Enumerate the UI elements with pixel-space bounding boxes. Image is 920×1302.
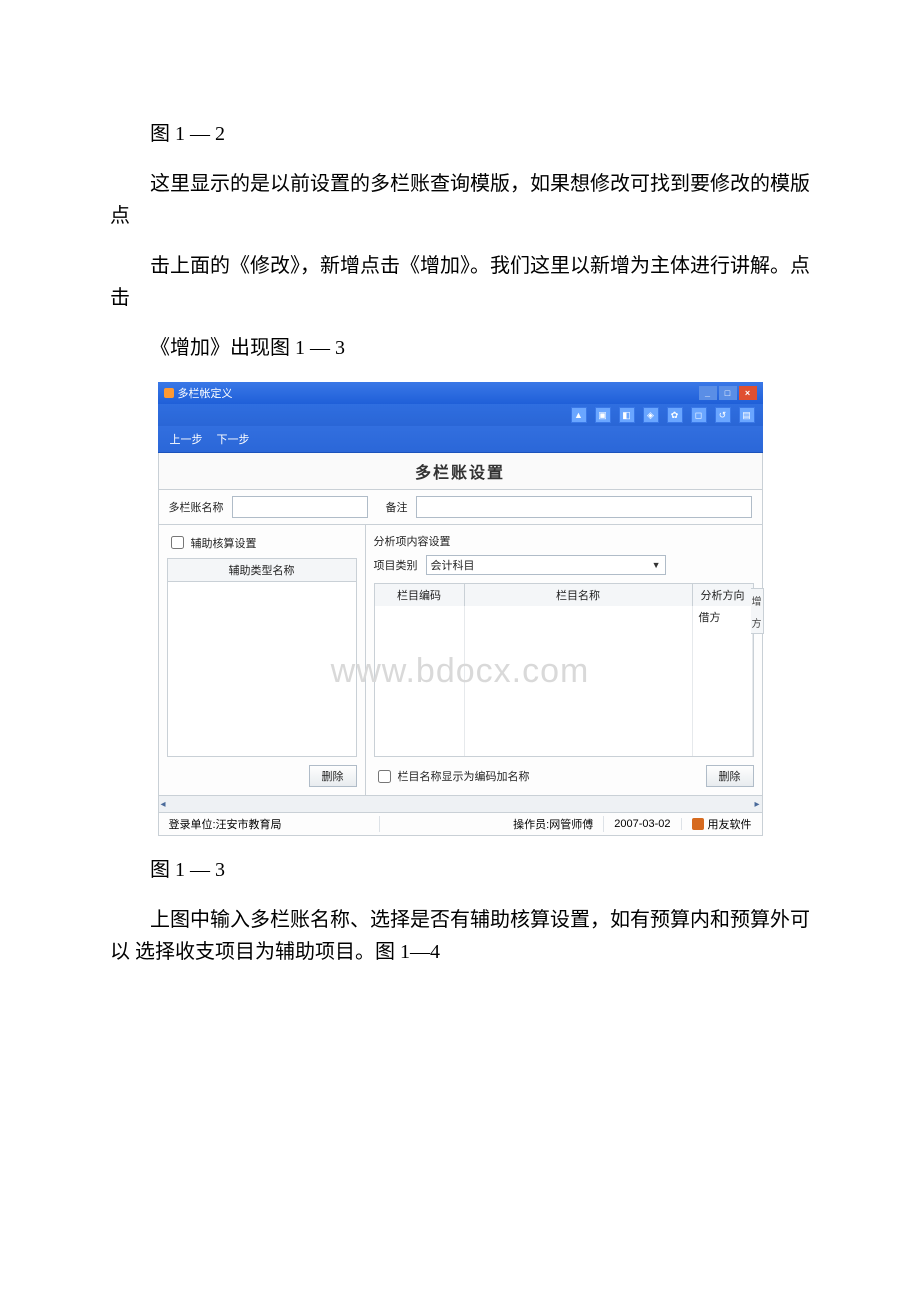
main-body: 辅助核算设置 辅助类型名称 删除 分析项内容设置 项目类别 会计科目 ▼: [158, 525, 763, 796]
aux-checkbox[interactable]: [171, 536, 184, 549]
aux-list-header: 辅助类型名称: [167, 558, 357, 582]
toolbar-icon[interactable]: ▤: [739, 407, 755, 423]
scroll-right-icon[interactable]: ▸: [754, 799, 759, 810]
minimize-button[interactable]: _: [699, 386, 717, 400]
analysis-section-title: 分析项内容设置: [374, 533, 754, 549]
status-login-unit: 登录单位:汪安市教育局: [159, 816, 380, 832]
column-delete-button[interactable]: 删除: [706, 765, 754, 787]
embedded-screenshot: 多栏帐定义 _ □ × ▲ ▣ ◧ ◈ ✿ ◻ ↺ ▤ 上一步 下一步 多栏账设…: [158, 382, 763, 836]
project-type-dropdown[interactable]: 会计科目 ▼: [426, 555, 666, 575]
analysis-panel: 分析项内容设置 项目类别 会计科目 ▼ 栏目编码 栏目名称 分析方向: [366, 525, 762, 795]
paragraph-2: 击上面的《修改》，新增点击《增加》。我们这里以新增为主体进行讲解。点击: [110, 250, 810, 314]
panel-title: 多栏账设置: [158, 453, 763, 490]
table-cell[interactable]: [465, 606, 693, 756]
scroll-left-icon[interactable]: ◂: [161, 799, 166, 810]
table-cell-direction[interactable]: 借方: [693, 606, 753, 756]
label-name: 多栏账名称: [169, 499, 224, 515]
name-input[interactable]: [232, 496, 368, 518]
name-as-code-checkbox[interactable]: [378, 770, 391, 783]
side-tab-label: 方: [752, 615, 762, 630]
toolbar-icon[interactable]: ↺: [715, 407, 731, 423]
side-tab[interactable]: 增 方: [751, 588, 764, 634]
figure-caption-1-3: 图 1 — 3: [110, 854, 810, 886]
next-step-button[interactable]: 下一步: [217, 431, 250, 447]
status-bar: 登录单位:汪安市教育局 操作员:网管师傅 2007-03-02 用友软件: [158, 813, 763, 836]
paragraph-1: 这里显示的是以前设置的多栏账查询模版，如果想修改可找到要修改的模版点: [110, 168, 810, 232]
col-direction-header: 分析方向: [693, 584, 753, 606]
window-titlebar: 多栏帐定义 _ □ ×: [158, 382, 763, 404]
toolbar-icon[interactable]: ◈: [643, 407, 659, 423]
project-type-value: 会计科目: [431, 557, 475, 573]
columns-table: 栏目编码 栏目名称 分析方向 借方: [374, 583, 754, 757]
label-project-type: 项目类别: [374, 557, 418, 573]
top-toolbar: ▲ ▣ ◧ ◈ ✿ ◻ ↺ ▤: [158, 404, 763, 426]
name-remark-row: 多栏账名称 备注: [158, 490, 763, 525]
table-cell[interactable]: [375, 606, 465, 756]
toolbar-icon[interactable]: ✿: [667, 407, 683, 423]
window-title: 多栏帐定义: [178, 385, 233, 401]
status-date: 2007-03-02: [604, 818, 681, 830]
col-name-header: 栏目名称: [465, 584, 693, 606]
vendor-icon: [692, 818, 704, 830]
chevron-down-icon: ▼: [652, 560, 661, 570]
paragraph-3: 《增加》出现图 1 — 3: [110, 332, 810, 364]
remark-input[interactable]: [416, 496, 752, 518]
side-tab-label: 增: [752, 593, 762, 608]
aux-checkbox-label: 辅助核算设置: [191, 535, 257, 551]
close-button[interactable]: ×: [739, 386, 757, 400]
paragraph-4: 上图中输入多栏账名称、选择是否有辅助核算设置，如有预算内和预算外可以 选择收支项…: [110, 904, 810, 968]
status-operator: 操作员:网管师傅: [503, 816, 604, 832]
aux-delete-button[interactable]: 删除: [309, 765, 357, 787]
figure-caption-1-2: 图 1 — 2: [110, 118, 810, 150]
horizontal-scrollbar[interactable]: ◂ ▸: [158, 796, 763, 813]
status-software: 用友软件: [708, 816, 752, 832]
toolbar-icon[interactable]: ▣: [595, 407, 611, 423]
aux-list[interactable]: [167, 582, 357, 757]
col-code-header: 栏目编码: [375, 584, 465, 606]
app-icon: [164, 388, 174, 398]
label-remark: 备注: [386, 499, 408, 515]
toolbar-icon[interactable]: ◻: [691, 407, 707, 423]
step-nav: 上一步 下一步: [158, 426, 763, 453]
aux-panel: 辅助核算设置 辅助类型名称 删除: [159, 525, 366, 795]
name-as-code-label: 栏目名称显示为编码加名称: [398, 768, 530, 784]
toolbar-icon[interactable]: ▲: [571, 407, 587, 423]
toolbar-icon[interactable]: ◧: [619, 407, 635, 423]
prev-step-button[interactable]: 上一步: [170, 431, 203, 447]
maximize-button[interactable]: □: [719, 386, 737, 400]
